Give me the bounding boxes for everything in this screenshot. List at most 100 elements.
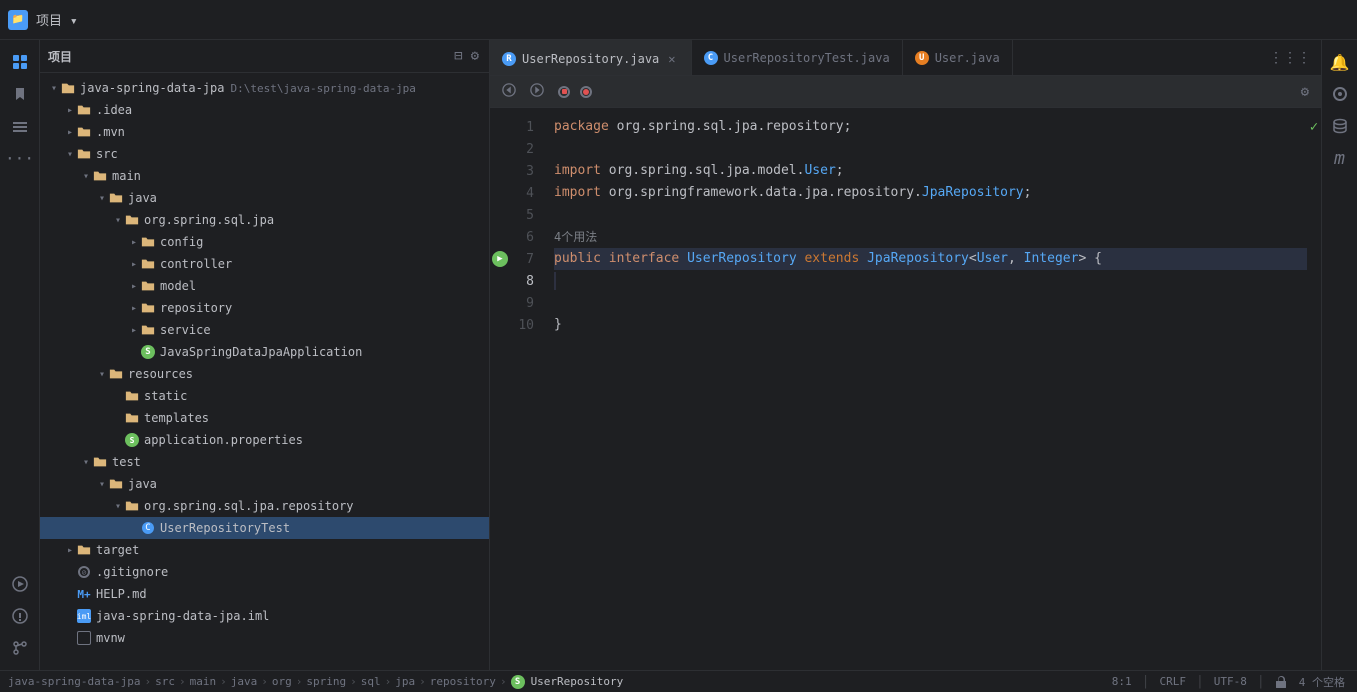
encoding[interactable]: UTF-8	[1210, 675, 1251, 688]
left-icon-bar: ···	[0, 40, 40, 670]
right-gutter: ✓	[1307, 108, 1321, 670]
static-folder-icon	[124, 388, 140, 404]
project-view-icon[interactable]	[6, 48, 34, 76]
code-editor-container: 1 2 3 4	[490, 108, 1321, 670]
line-num-2: 2	[490, 138, 546, 160]
git-lock-icon[interactable]	[1271, 676, 1291, 688]
test-folder-icon	[92, 454, 108, 470]
tab-close-repo[interactable]: ✕	[665, 51, 678, 67]
idea-arrow	[64, 104, 76, 116]
cursor-position[interactable]: 8:1	[1108, 675, 1136, 688]
structure-icon[interactable]	[6, 112, 34, 140]
code-line-9	[554, 292, 1307, 314]
tree-static[interactable]: static	[40, 385, 489, 407]
breadcrumb-sql[interactable]: sql	[361, 675, 381, 688]
breadcrumb-java[interactable]: java	[231, 675, 258, 688]
pkg-label: org.spring.sql.jpa	[144, 213, 274, 227]
tab-user-repository-test[interactable]: C UserRepositoryTest.java	[692, 40, 903, 75]
tree-service[interactable]: service	[40, 319, 489, 341]
run-icon[interactable]	[6, 570, 34, 598]
project-label[interactable]: 项目 ▾	[36, 10, 78, 29]
tree-test[interactable]: test	[40, 451, 489, 473]
tree-main[interactable]: main	[40, 165, 489, 187]
tree-target[interactable]: target	[40, 539, 489, 561]
cursor-pos-text: 8:1	[1112, 675, 1132, 688]
code-line-6: 4个用法	[554, 226, 1307, 248]
panel-title: 项目	[48, 48, 72, 65]
templates-label: templates	[144, 411, 209, 425]
breadcrumb-org[interactable]: org	[272, 675, 292, 688]
help-icon: M+	[76, 586, 92, 602]
line-ending[interactable]: CRLF	[1155, 675, 1190, 688]
main-arrow	[80, 170, 92, 182]
gitignore-icon: ⊘	[76, 564, 92, 580]
ai-icon[interactable]	[1326, 80, 1354, 108]
code-line-5	[554, 204, 1307, 226]
run-debug-btn[interactable]	[576, 84, 596, 100]
editor-area: R UserRepository.java ✕ C UserRepository…	[490, 40, 1321, 670]
root-label: java-spring-data-jpa	[80, 81, 225, 95]
breadcrumb-current[interactable]: UserRepository	[531, 675, 624, 688]
tab-bar-actions: ⋮⋮⋮	[1267, 48, 1321, 68]
tab-more-btn[interactable]: ⋮⋮⋮	[1267, 48, 1313, 68]
tree-app-class[interactable]: S JavaSpringDataJpaApplication	[40, 341, 489, 363]
java-arrow	[96, 192, 108, 204]
run-gutter-icon[interactable]: ▶	[492, 251, 508, 267]
breadcrumb-main[interactable]: main	[190, 675, 217, 688]
repository-label: repository	[160, 301, 232, 315]
tree-java[interactable]: java	[40, 187, 489, 209]
database-icon[interactable]	[1326, 112, 1354, 140]
navigate-back-btn[interactable]	[498, 81, 520, 103]
problems-icon[interactable]	[6, 602, 34, 630]
navigate-fwd-btn[interactable]	[526, 81, 548, 103]
bookmark-icon[interactable]	[6, 80, 34, 108]
tab-label-test: UserRepositoryTest.java	[724, 51, 890, 65]
tree-mvn[interactable]: .mvn	[40, 121, 489, 143]
italic-m-icon[interactable]: m	[1326, 144, 1354, 172]
breadcrumb-jpa[interactable]: jpa	[395, 675, 415, 688]
tree-user-repo-test[interactable]: C UserRepositoryTest	[40, 517, 489, 539]
breadcrumb-repository[interactable]: repository	[430, 675, 496, 688]
tree-test-java[interactable]: java	[40, 473, 489, 495]
tree-gitignore[interactable]: ⊘ .gitignore	[40, 561, 489, 583]
tree-model[interactable]: model	[40, 275, 489, 297]
breadcrumb-spring[interactable]: spring	[306, 675, 346, 688]
tree-iml[interactable]: iml java-spring-data-jpa.iml	[40, 605, 489, 627]
editor-settings-btn[interactable]: ⚙	[1297, 82, 1313, 102]
tree-mvnw[interactable]: mvnw	[40, 627, 489, 649]
tree-idea[interactable]: .idea	[40, 99, 489, 121]
check-mark: ✓	[1310, 119, 1318, 135]
tab-user[interactable]: U User.java	[903, 40, 1013, 75]
idea-folder-icon	[76, 102, 92, 118]
test-java-label: java	[128, 477, 157, 491]
settings-btn[interactable]: ⚙	[469, 46, 481, 66]
tree-root[interactable]: java-spring-data-jpa D:\test\java-spring…	[40, 77, 489, 99]
test-java-arrow	[96, 478, 108, 490]
more-icon[interactable]: ···	[6, 144, 34, 172]
git-icon[interactable]	[6, 634, 34, 662]
tree-pkg[interactable]: org.spring.sql.jpa	[40, 209, 489, 231]
indent-info[interactable]: 4 个空格	[1295, 674, 1349, 690]
tree-controller[interactable]: controller	[40, 253, 489, 275]
code-line-7: public interface UserRepository extends …	[554, 248, 1307, 270]
run-stop-btn[interactable]	[554, 84, 574, 100]
tree-src[interactable]: src	[40, 143, 489, 165]
collapse-all-btn[interactable]: ⊟	[452, 46, 464, 66]
gitignore-label: .gitignore	[96, 565, 168, 579]
file-tree: java-spring-data-jpa D:\test\java-spring…	[40, 73, 489, 670]
tree-app-props[interactable]: S application.properties	[40, 429, 489, 451]
code-line-3: import org.spring.sql.jpa.model.User;	[554, 160, 1307, 182]
tree-help-md[interactable]: M+ HELP.md	[40, 583, 489, 605]
notification-icon[interactable]: 🔔	[1326, 48, 1354, 76]
breadcrumb-src[interactable]: src	[155, 675, 175, 688]
line-num-5: 5	[490, 204, 546, 226]
tree-resources[interactable]: resources	[40, 363, 489, 385]
tree-test-pkg[interactable]: org.spring.sql.jpa.repository	[40, 495, 489, 517]
iml-icon: iml	[76, 608, 92, 624]
breadcrumb-root[interactable]: java-spring-data-jpa	[8, 675, 140, 688]
tab-user-repository[interactable]: R UserRepository.java ✕	[490, 40, 692, 75]
tree-config[interactable]: config	[40, 231, 489, 253]
code-content[interactable]: package org.spring.sql.jpa.repository; i…	[546, 108, 1307, 670]
tree-repository[interactable]: repository	[40, 297, 489, 319]
tree-templates[interactable]: templates	[40, 407, 489, 429]
